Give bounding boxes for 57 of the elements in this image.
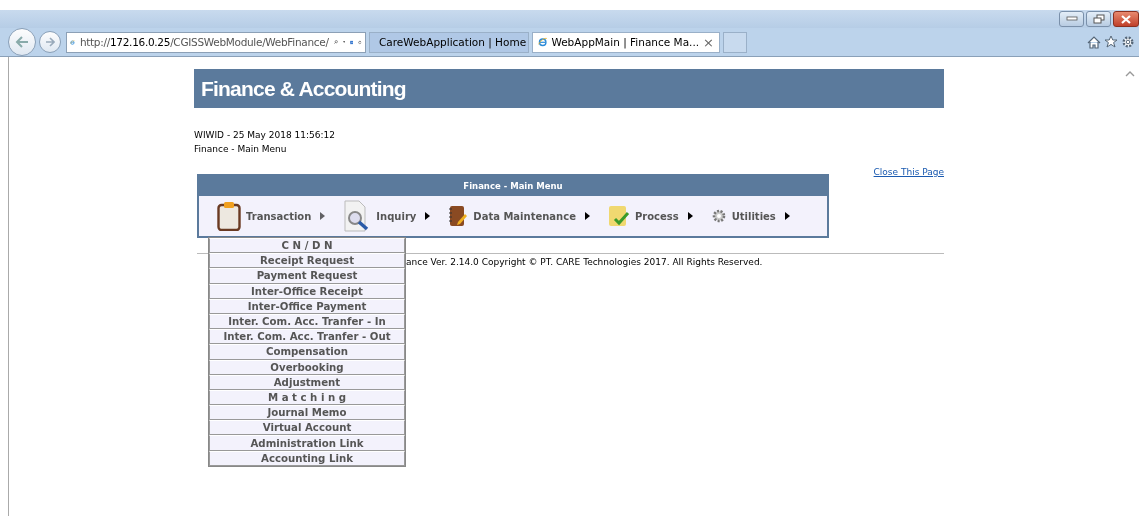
- dropdown-item[interactable]: Payment Request: [209, 268, 405, 284]
- dropdown-item[interactable]: Journal Memo: [209, 405, 405, 421]
- settings-icon[interactable]: [1121, 35, 1135, 49]
- dropdown-item[interactable]: Accounting Link: [209, 450, 405, 466]
- info-text: Finance - Main Menu: [194, 143, 288, 156]
- forward-arrow-icon: [45, 37, 55, 47]
- address-bar[interactable]: http://172.16.0.25/CGISSWebModule/WebFinance/: [66, 31, 366, 53]
- copyright-text: ance Ver. 2.14.0 Copyright © PT. CARE Technologies 2017. All Rights Reserved.: [406, 257, 764, 267]
- notebook-icon: [448, 205, 469, 227]
- menu-title: Finance - Main Menu: [199, 175, 827, 196]
- menu-item[interactable]: Transaction: [217, 201, 326, 231]
- close-tab-button[interactable]: ×: [703, 34, 714, 50]
- caret-icon: [425, 212, 431, 220]
- gear-icon: [710, 208, 727, 224]
- dropdown-item[interactable]: Inter. Com. Acc. Tranfer - Out: [209, 329, 405, 345]
- new-tab-button[interactable]: [723, 31, 747, 53]
- dropdown-item[interactable]: Virtual Account: [209, 420, 405, 436]
- caret-icon: [784, 212, 790, 220]
- dropdown-item[interactable]: M a t c h i n g: [209, 389, 405, 406]
- clipboard-icon: [217, 201, 241, 231]
- menu-item[interactable]: Inquiry: [343, 200, 431, 232]
- minimize-icon: [1065, 16, 1078, 22]
- restore-icon: [1092, 14, 1105, 24]
- scroll-up-icon[interactable]: [1125, 71, 1135, 77]
- restore-button[interactable]: [1086, 11, 1111, 27]
- back-button[interactable]: [8, 28, 36, 56]
- dropdown-item[interactable]: Compensation: [209, 344, 405, 360]
- dropdown-item[interactable]: Inter-Office Payment: [209, 298, 405, 314]
- dropdown-item[interactable]: Inter-Office Receipt: [209, 283, 405, 299]
- caret-icon: [320, 212, 326, 220]
- back-arrow-icon: [15, 36, 29, 48]
- close-button[interactable]: [1113, 11, 1139, 27]
- info-text: WIWID - 25 May 2018 11:56:12: [194, 129, 336, 142]
- browser-tab[interactable]: CareWebApplication | Home: [369, 31, 529, 53]
- dropdown-item[interactable]: Administration Link: [209, 435, 405, 451]
- home-icon[interactable]: [1087, 35, 1101, 49]
- caret-icon: [687, 212, 693, 220]
- browser-tab[interactable]: WebAppMain | Finance Ma... ×: [532, 31, 720, 53]
- minimize-button[interactable]: [1059, 11, 1084, 27]
- url-text: http://172.16.0.25/CGISSWebModule/WebFinance/: [79, 36, 329, 48]
- caret-icon: [584, 212, 590, 220]
- dropdown-item[interactable]: Overbooking: [209, 359, 405, 375]
- dropdown-item[interactable]: C N / D N: [209, 238, 405, 254]
- close-page-link[interactable]: Close This Page: [873, 167, 944, 177]
- forward-button[interactable]: [39, 31, 61, 53]
- menu-item[interactable]: Utilities: [710, 208, 790, 224]
- menu-item[interactable]: Data Maintenance: [448, 205, 590, 227]
- menu-item[interactable]: Process: [607, 205, 693, 227]
- checked-document-icon: [607, 205, 630, 227]
- dropdown-item[interactable]: Inter. Com. Acc. Tranfer - In: [209, 313, 405, 330]
- dropdown-item[interactable]: Adjustment: [209, 374, 405, 390]
- browser-logo-icon: [538, 35, 548, 49]
- close-icon: [1121, 14, 1131, 24]
- page-title: Finance & Accounting: [201, 76, 406, 101]
- dropdown-item[interactable]: Receipt Request: [209, 253, 405, 269]
- star-icon[interactable]: [1104, 35, 1118, 49]
- caret-icon[interactable]: [342, 40, 345, 44]
